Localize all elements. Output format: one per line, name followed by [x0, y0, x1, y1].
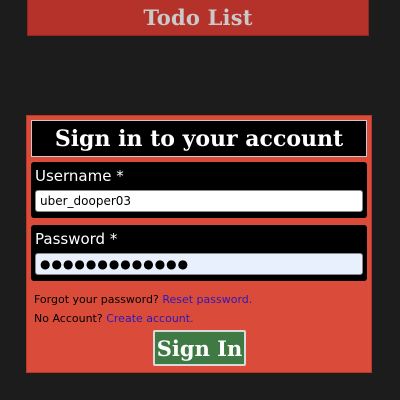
signin-title: Sign in to your account [54, 125, 344, 152]
reset-password-link[interactable]: Reset password. [162, 293, 252, 306]
password-field-group: Password * [31, 225, 367, 281]
signin-card: Sign in to your account Username * Passw… [26, 115, 372, 373]
app-title: Todo List [143, 5, 253, 30]
forgot-password-line: Forgot your password? Reset password. [34, 293, 252, 306]
no-account-text: No Account? [34, 312, 107, 325]
forgot-password-text: Forgot your password? [34, 293, 163, 306]
username-label: Username * [35, 167, 124, 185]
create-account-link[interactable]: Create account. [106, 312, 193, 325]
app-header: Todo List [27, 0, 369, 36]
username-field-group: Username * [31, 162, 367, 218]
sign-in-button[interactable]: Sign In [153, 330, 246, 366]
password-input[interactable] [35, 253, 363, 275]
no-account-line: No Account? Create account. [34, 312, 194, 325]
password-label: Password * [35, 230, 118, 248]
signin-title-box: Sign in to your account [31, 120, 367, 157]
username-input[interactable] [35, 190, 363, 212]
